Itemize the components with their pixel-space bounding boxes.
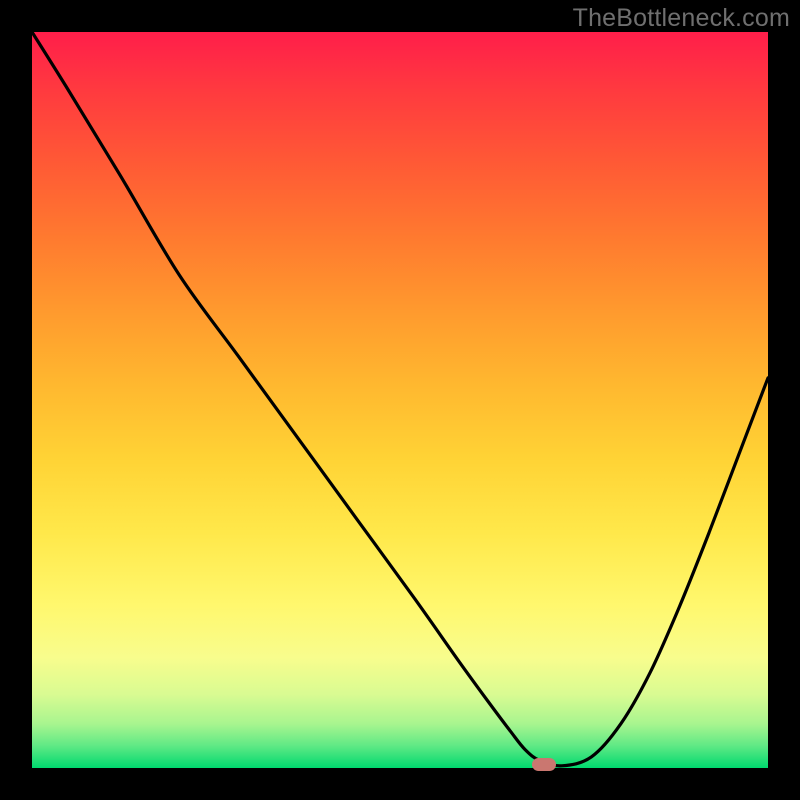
bottleneck-curve (32, 32, 768, 768)
plot-area (32, 32, 768, 768)
chart-frame: TheBottleneck.com (0, 0, 800, 800)
watermark-text: TheBottleneck.com (573, 4, 790, 33)
optimal-point-marker (532, 758, 556, 771)
